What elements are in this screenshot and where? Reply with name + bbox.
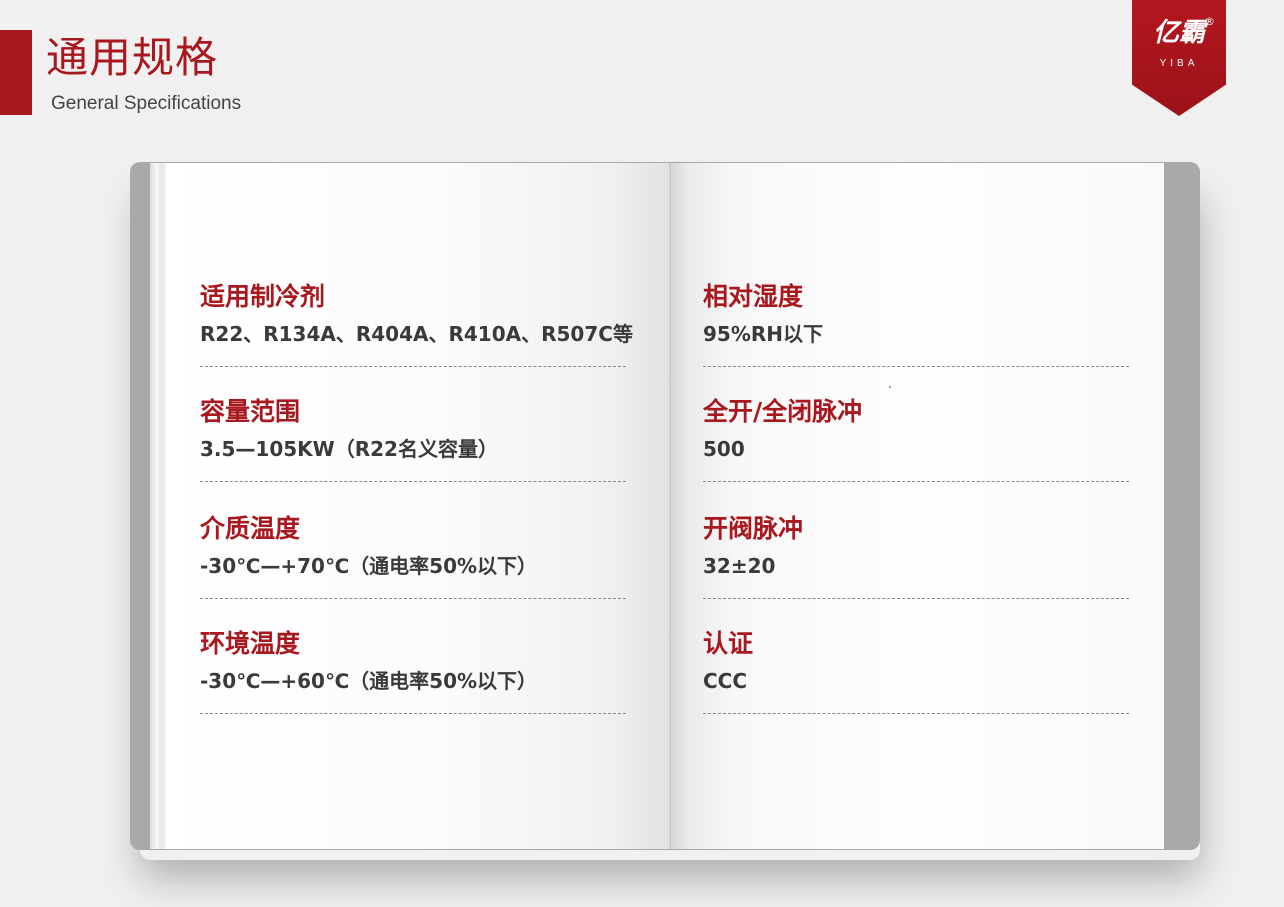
brand-logo: 亿霸 ® YIBA: [1132, 0, 1226, 116]
registered-mark: ®: [1204, 15, 1215, 28]
page-speck: [889, 386, 891, 388]
spec-value: 3.5—105KW（R22名义容量）: [200, 437, 498, 461]
spec-label: 适用制冷剂: [200, 282, 326, 311]
spec-valve-open-pulse: 开阀脉冲 32±20: [703, 513, 1129, 599]
spec-label: 环境温度: [200, 629, 301, 658]
title-accent-bar: [0, 30, 32, 115]
spec-label: 认证: [703, 629, 754, 658]
page-title: 通用规格: [46, 33, 219, 82]
spec-certification: 认证 CCC: [703, 628, 1129, 714]
spec-value: CCC: [703, 669, 748, 693]
spec-label: 相对湿度: [703, 282, 804, 311]
page-subtitle: General Specifications: [51, 93, 242, 114]
spec-label: 容量范围: [200, 397, 301, 426]
spec-value: 32±20: [703, 554, 776, 578]
spec-full-open-close-pulse: 全开/全闭脉冲 500: [703, 396, 1129, 482]
logo-text-en: YIBA: [1159, 58, 1199, 69]
book-spine: [669, 163, 671, 849]
spec-value: 500: [703, 437, 745, 461]
spec-label: 介质温度: [200, 514, 301, 543]
spec-refrigerant: 适用制冷剂 R22、R134A、R404A、R410A、R507C等: [200, 281, 633, 367]
spec-relative-humidity: 相对湿度 95%RH以下: [703, 281, 1129, 367]
spec-label: 开阀脉冲: [703, 514, 804, 543]
spec-ambient-temperature: 环境温度 -30℃—+60℃（通电率50%以下）: [200, 628, 626, 714]
book-right-page: [670, 163, 1164, 849]
spec-medium-temperature: 介质温度 -30℃—+70℃（通电率50%以下）: [200, 513, 626, 599]
spec-value: 95%RH以下: [703, 322, 824, 346]
book-left-page: [166, 163, 670, 849]
spec-label: 全开/全闭脉冲: [703, 397, 863, 426]
spec-value: -30℃—+60℃（通电率50%以下）: [200, 669, 538, 693]
spec-value: -30℃—+70℃（通电率50%以下）: [200, 554, 538, 578]
spec-value: R22、R134A、R404A、R410A、R507C等: [200, 322, 633, 346]
spec-capacity-range: 容量范围 3.5—105KW（R22名义容量）: [200, 396, 626, 482]
